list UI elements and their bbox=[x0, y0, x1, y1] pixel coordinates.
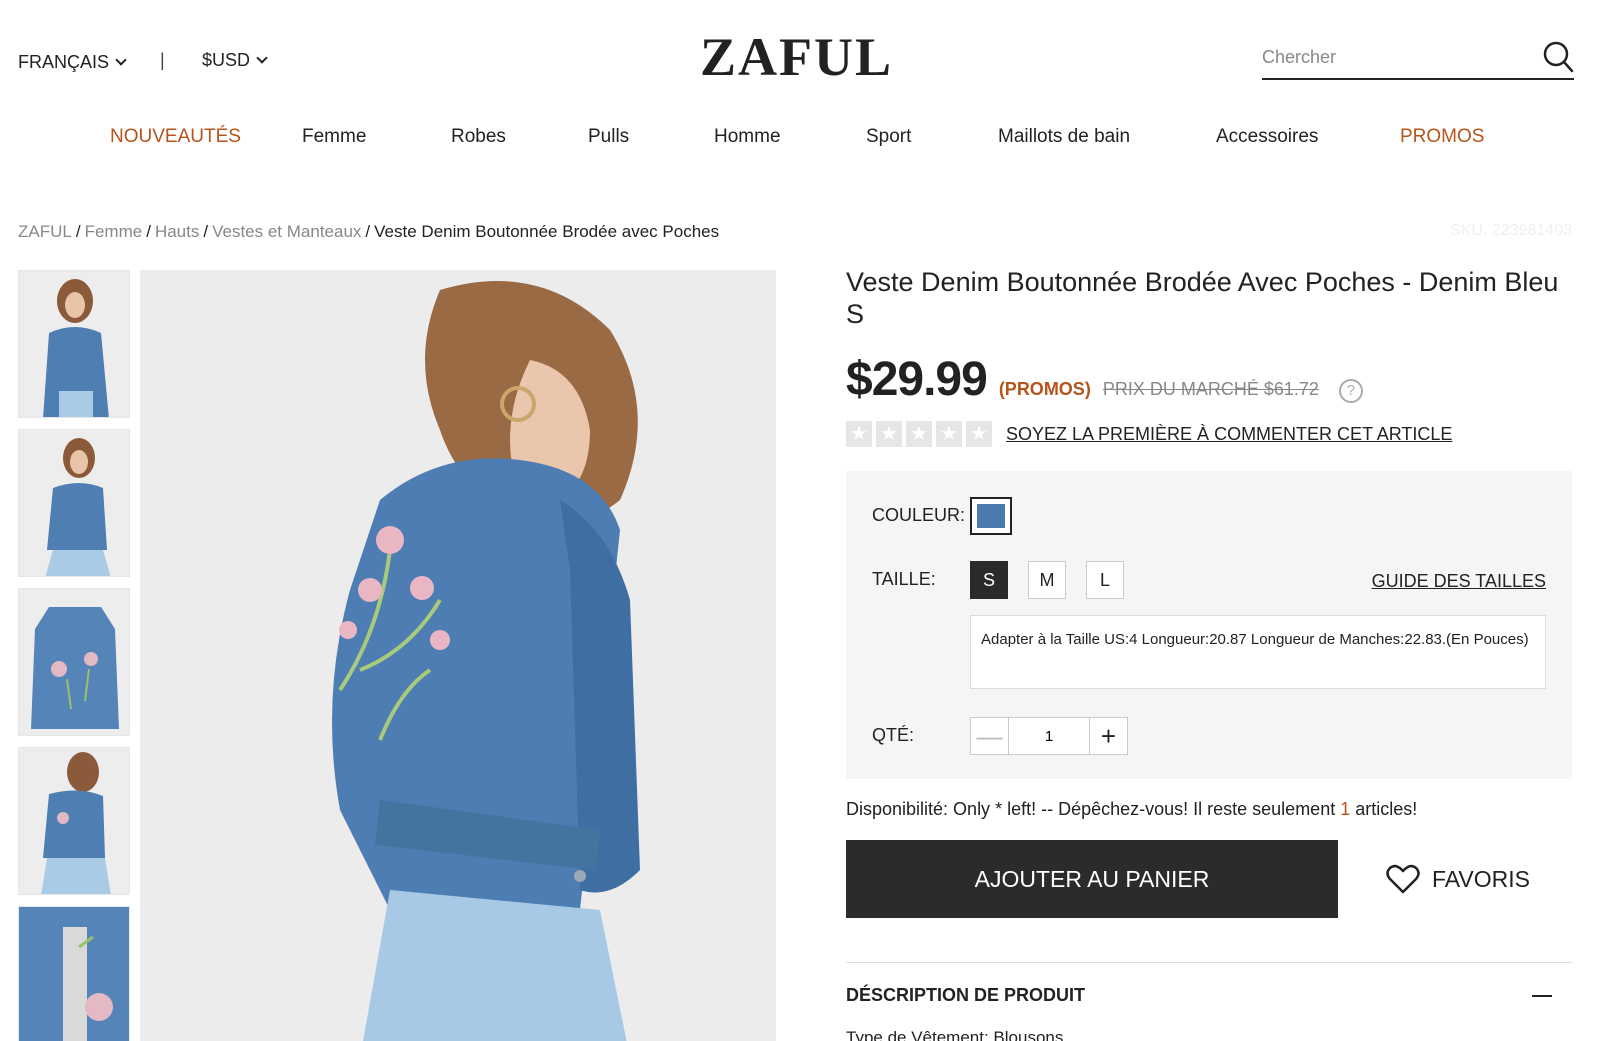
favorites-label: FAVORIS bbox=[1432, 865, 1530, 892]
nav-item-femme[interactable]: Femme bbox=[302, 126, 366, 148]
rating-stars: ★ ★ ★ ★ ★ bbox=[846, 421, 992, 447]
promo-tag: (PROMOS) bbox=[998, 379, 1091, 399]
thumbnail-list bbox=[18, 270, 130, 1041]
nav-item-pulls[interactable]: Pulls bbox=[588, 126, 629, 148]
availability-prefix: Disponibilité: Only * left! -- Dépêchez-… bbox=[846, 799, 1341, 819]
thumbnail-image bbox=[19, 271, 129, 417]
product-photo bbox=[140, 270, 776, 1041]
size-option-l[interactable]: L bbox=[1086, 561, 1124, 599]
purchase-actions: AJOUTER AU PANIER FAVORIS bbox=[846, 840, 1572, 918]
star-icon: ★ bbox=[966, 421, 992, 447]
add-to-cart-button[interactable]: AJOUTER AU PANIER bbox=[846, 840, 1338, 918]
thumbnail-image bbox=[19, 907, 129, 1041]
breadcrumb-vestes[interactable]: Vestes et Manteaux bbox=[212, 222, 361, 241]
description-header[interactable]: DÉSCRIPTION DE PRODUIT bbox=[846, 985, 1572, 1006]
search-input[interactable] bbox=[1262, 40, 1522, 74]
product-price: $29.99 bbox=[846, 353, 988, 406]
product-main-image[interactable] bbox=[140, 270, 776, 1041]
language-label: FRANÇAIS bbox=[18, 52, 110, 72]
size-option-m[interactable]: M bbox=[1028, 561, 1066, 599]
price-row: $29.99 (PROMOS) PRIX DU MARCHÉ $61.72 ? bbox=[846, 352, 1572, 407]
size-label: TAILLE: bbox=[872, 569, 936, 589]
size-info-box: Adapter à la Taille US:4 Longueur:20.87 … bbox=[970, 615, 1546, 689]
chevron-down-icon bbox=[115, 54, 127, 66]
quantity-increase-button[interactable]: + bbox=[1089, 718, 1127, 754]
description-line: Type de Vêtement: Blousons bbox=[846, 1028, 1064, 1041]
currency-selector[interactable]: $USD bbox=[202, 50, 268, 71]
breadcrumb-separator: / bbox=[146, 222, 151, 241]
search-icon[interactable] bbox=[1542, 40, 1574, 74]
star-icon: ★ bbox=[906, 421, 932, 447]
breadcrumb-femme[interactable]: Femme bbox=[85, 222, 143, 241]
nav-item-nouveautes[interactable]: NOUVEAUTÉS bbox=[110, 126, 241, 148]
rating-row: ★ ★ ★ ★ ★ SOYEZ LA PREMIÈRE À COMMENTER … bbox=[846, 421, 1572, 447]
nav-item-robes[interactable]: Robes bbox=[451, 126, 506, 148]
collapse-icon[interactable] bbox=[1532, 994, 1552, 997]
sku-label: SKU: 223981403 bbox=[1450, 222, 1572, 239]
breadcrumb-hauts[interactable]: Hauts bbox=[155, 222, 199, 241]
chevron-down-icon bbox=[256, 52, 268, 64]
availability-suffix: articles! bbox=[1350, 799, 1418, 819]
heart-icon bbox=[1386, 864, 1420, 894]
quantity-stepper: — + bbox=[970, 717, 1128, 755]
breadcrumb-separator: / bbox=[203, 222, 209, 241]
breadcrumb-separator: / bbox=[75, 222, 81, 241]
availability-text: Disponibilité: Only * left! -- Dépêchez-… bbox=[846, 799, 1572, 820]
product-thumbnail[interactable] bbox=[18, 906, 130, 1041]
product-options: COULEUR: TAILLE: S M L GUIDE DES TAILLES… bbox=[846, 471, 1572, 779]
description-title: DÉSCRIPTION DE PRODUIT bbox=[846, 985, 1086, 1005]
search-bar bbox=[1262, 40, 1574, 80]
site-logo[interactable]: ZAFUL bbox=[700, 26, 891, 88]
quantity-label: QTÉ: bbox=[872, 725, 915, 745]
size-option-s[interactable]: S bbox=[970, 561, 1008, 599]
star-icon: ★ bbox=[846, 421, 872, 447]
nav-item-maillots[interactable]: Maillots de bain bbox=[998, 126, 1130, 148]
thumbnail-image bbox=[19, 748, 129, 894]
write-review-link[interactable]: SOYEZ LA PREMIÈRE À COMMENTER CET ARTICL… bbox=[1006, 424, 1452, 445]
product-thumbnail[interactable] bbox=[18, 270, 130, 418]
main-nav: NOUVEAUTÉS Femme Robes Pulls Homme Sport… bbox=[0, 126, 1600, 156]
quantity-decrease-button[interactable]: — bbox=[971, 718, 1009, 754]
language-selector[interactable]: FRANÇAIS bbox=[18, 52, 127, 73]
product-info: Veste Denim Boutonnée Brodée Avec Poches… bbox=[846, 266, 1572, 1041]
nav-item-homme[interactable]: Homme bbox=[714, 126, 781, 148]
breadcrumb-home[interactable]: ZAFUL bbox=[18, 222, 72, 241]
breadcrumb-current: Veste Denim Boutonnée Brodée avec Poches bbox=[374, 222, 720, 241]
breadcrumb: ZAFUL / Femme / Hauts / Vestes et Manteaux / Ves… bbox=[18, 222, 719, 242]
color-swatch-fill bbox=[977, 504, 1005, 528]
availability-count: 1 bbox=[1340, 799, 1351, 819]
nav-item-accessoires[interactable]: Accessoires bbox=[1216, 126, 1318, 148]
help-icon[interactable]: ? bbox=[1338, 379, 1363, 403]
header-separator: | bbox=[160, 50, 165, 70]
breadcrumb-separator: / bbox=[365, 222, 371, 241]
nav-item-sport[interactable]: Sport bbox=[866, 126, 911, 148]
favorites-button[interactable]: FAVORIS bbox=[1386, 864, 1530, 894]
star-icon: ★ bbox=[876, 421, 902, 447]
product-thumbnail[interactable] bbox=[18, 429, 130, 577]
header: FRANÇAIS | $USD ZAFUL bbox=[0, 0, 1600, 110]
thumbnail-image bbox=[19, 589, 129, 735]
star-icon: ★ bbox=[936, 421, 962, 447]
nav-item-promos[interactable]: PROMOS bbox=[1400, 126, 1484, 148]
product-thumbnail[interactable] bbox=[18, 747, 130, 895]
thumbnail-image bbox=[19, 430, 129, 576]
currency-label: $USD bbox=[202, 50, 251, 70]
quantity-input[interactable] bbox=[1009, 718, 1089, 754]
product-title: Veste Denim Boutonnée Brodée Avec Poches… bbox=[846, 267, 1559, 329]
divider bbox=[846, 962, 1572, 963]
size-guide-link[interactable]: GUIDE DES TAILLES bbox=[1372, 571, 1546, 592]
color-swatch-denim-blue[interactable] bbox=[970, 497, 1012, 535]
product-thumbnail[interactable] bbox=[18, 588, 130, 736]
color-label: COULEUR: bbox=[872, 505, 966, 525]
market-price: PRIX DU MARCHÉ $61.72 bbox=[1102, 379, 1319, 399]
